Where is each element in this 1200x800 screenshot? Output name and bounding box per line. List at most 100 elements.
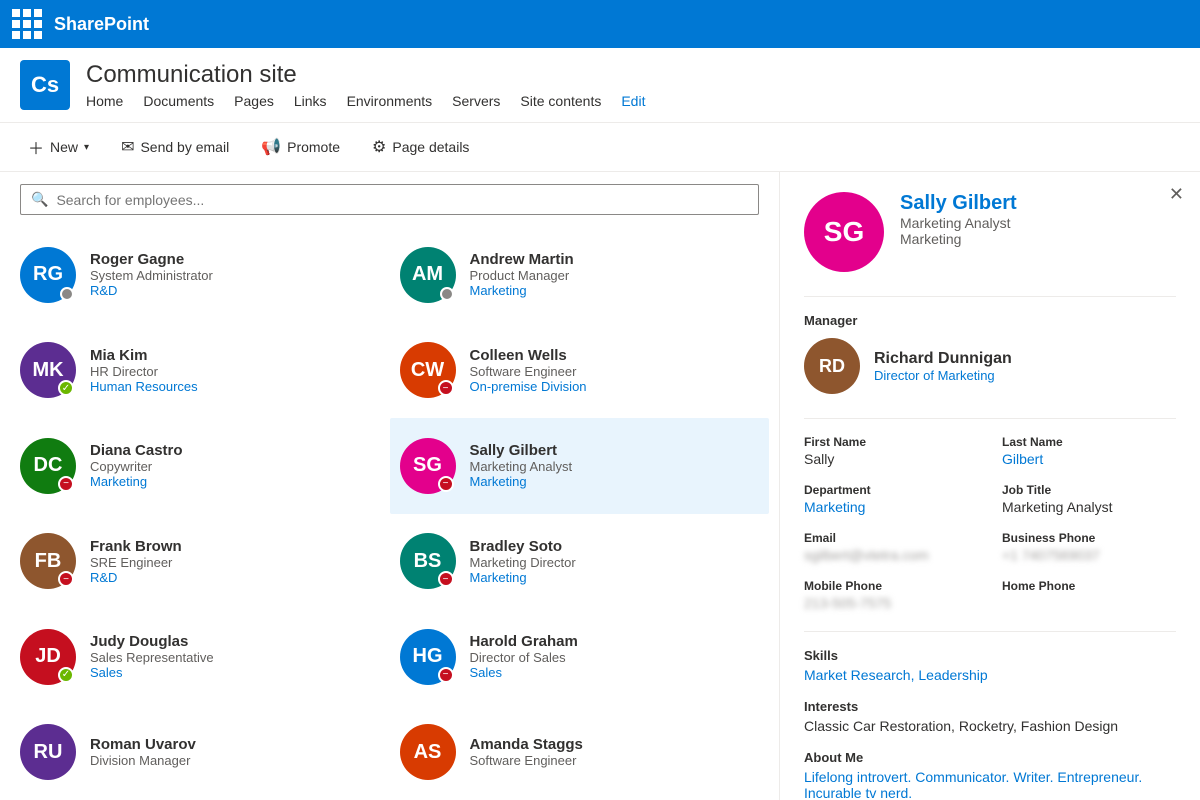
close-button[interactable]: ✕ bbox=[1169, 184, 1184, 205]
status-badge-online: ✓ bbox=[58, 667, 74, 683]
employee-name: Colleen Wells bbox=[470, 347, 587, 364]
employee-card[interactable]: HG − Harold Graham Director of Sales Sal… bbox=[390, 609, 770, 705]
app-launcher-icon[interactable] bbox=[12, 9, 42, 39]
employee-card[interactable]: MK ✓ Mia Kim HR Director Human Resources bbox=[10, 323, 390, 419]
avatar: AS bbox=[400, 724, 456, 780]
employee-info: Colleen Wells Software Engineer On-premi… bbox=[470, 347, 587, 394]
employee-name: Diana Castro bbox=[90, 442, 183, 459]
employee-title: Product Manager bbox=[470, 268, 574, 283]
first-name-value: Sally bbox=[804, 451, 978, 467]
employee-card[interactable]: SG − Sally Gilbert Marketing Analyst Mar… bbox=[390, 418, 770, 514]
job-title-value: Marketing Analyst bbox=[1002, 499, 1176, 515]
employee-name: Frank Brown bbox=[90, 538, 182, 555]
manager-name: Richard Dunnigan bbox=[874, 350, 1012, 368]
search-input[interactable] bbox=[56, 192, 748, 208]
detail-header: SG Sally Gilbert Marketing Analyst Marke… bbox=[804, 192, 1176, 272]
promote-icon: 📢 bbox=[261, 137, 281, 157]
avatar-wrap: DC − bbox=[20, 438, 76, 494]
app-title: SharePoint bbox=[54, 14, 149, 35]
employee-dept: Sales bbox=[90, 665, 214, 680]
employee-dept: Marketing bbox=[470, 283, 574, 298]
employee-card[interactable]: AS Amanda Staggs Software Engineer bbox=[390, 705, 770, 800]
search-input-wrap[interactable]: 🔍 bbox=[20, 184, 759, 215]
home-phone-field: Home Phone bbox=[1002, 579, 1176, 611]
site-logo: Cs bbox=[20, 60, 70, 110]
employee-dept: On-premise Division bbox=[470, 379, 587, 394]
employee-name: Sally Gilbert bbox=[470, 442, 573, 459]
avatar-wrap: HG − bbox=[400, 629, 456, 685]
employee-title: Software Engineer bbox=[470, 753, 583, 768]
interests-section: Interests Classic Car Restoration, Rocke… bbox=[804, 699, 1176, 734]
employee-name: Roman Uvarov bbox=[90, 736, 196, 753]
site-name: Communication site bbox=[86, 61, 645, 89]
employee-name: Judy Douglas bbox=[90, 633, 214, 650]
nav-documents[interactable]: Documents bbox=[143, 93, 214, 109]
employee-title: Marketing Analyst bbox=[470, 459, 573, 474]
search-icon: 🔍 bbox=[31, 191, 48, 208]
employee-title: HR Director bbox=[90, 364, 198, 379]
status-badge-busy: − bbox=[438, 380, 454, 396]
employee-dept: Marketing bbox=[90, 474, 183, 489]
page-details-button[interactable]: ⚙ Page details bbox=[364, 133, 477, 161]
employee-card[interactable]: RG Roger Gagne System Administrator R&D bbox=[10, 227, 390, 323]
employee-name: Roger Gagne bbox=[90, 251, 213, 268]
employee-list-panel: 🔍 RG Roger Gagne System Administrator R&… bbox=[0, 172, 780, 800]
nav-links[interactable]: Links bbox=[294, 93, 327, 109]
employee-dept: Marketing bbox=[470, 570, 576, 585]
detail-name: Sally Gilbert bbox=[900, 192, 1017, 215]
status-badge-busy: − bbox=[438, 667, 454, 683]
skills-value: Market Research, Leadership bbox=[804, 667, 1176, 683]
email-value: sgilbert@vtetra.com bbox=[804, 547, 978, 563]
employee-card[interactable]: DC − Diana Castro Copywriter Marketing bbox=[10, 418, 390, 514]
avatar: RU bbox=[20, 724, 76, 780]
send-by-email-button[interactable]: ✉ Send by email bbox=[113, 133, 237, 161]
manager-card[interactable]: RD Richard Dunnigan Director of Marketin… bbox=[804, 338, 1176, 394]
detail-dept: Marketing bbox=[900, 231, 1017, 247]
new-button[interactable]: ＋ New ▾ bbox=[20, 131, 97, 163]
nav-home[interactable]: Home bbox=[86, 93, 123, 109]
site-nav: Home Documents Pages Links Environments … bbox=[86, 93, 645, 109]
avatar-wrap: RG bbox=[20, 247, 76, 303]
employee-card[interactable]: RU Roman Uvarov Division Manager bbox=[10, 705, 390, 800]
nav-servers[interactable]: Servers bbox=[452, 93, 500, 109]
employee-title: Copywriter bbox=[90, 459, 183, 474]
manager-avatar: RD bbox=[804, 338, 860, 394]
promote-button[interactable]: 📢 Promote bbox=[253, 133, 348, 161]
status-badge-busy: − bbox=[438, 571, 454, 587]
employee-info: Andrew Martin Product Manager Marketing bbox=[470, 251, 574, 298]
employee-title: SRE Engineer bbox=[90, 555, 182, 570]
nav-site-contents[interactable]: Site contents bbox=[520, 93, 601, 109]
plus-icon: ＋ bbox=[28, 135, 44, 159]
status-badge-busy: − bbox=[58, 571, 74, 587]
employee-info: Amanda Staggs Software Engineer bbox=[470, 736, 583, 768]
skills-section: Skills Market Research, Leadership bbox=[804, 648, 1176, 683]
employee-info: Judy Douglas Sales Representative Sales bbox=[90, 633, 214, 680]
status-badge-away bbox=[440, 287, 454, 301]
email-field: Email sgilbert@vtetra.com bbox=[804, 531, 978, 563]
employee-info: Sally Gilbert Marketing Analyst Marketin… bbox=[470, 442, 573, 489]
employee-card[interactable]: AM Andrew Martin Product Manager Marketi… bbox=[390, 227, 770, 323]
avatar-wrap: MK ✓ bbox=[20, 342, 76, 398]
divider-3 bbox=[804, 631, 1176, 632]
top-bar: SharePoint bbox=[0, 0, 1200, 48]
employee-name: Harold Graham bbox=[470, 633, 578, 650]
employee-info: Bradley Soto Marketing Director Marketin… bbox=[470, 538, 576, 585]
employee-card[interactable]: FB − Frank Brown SRE Engineer R&D bbox=[10, 514, 390, 610]
nav-pages[interactable]: Pages bbox=[234, 93, 274, 109]
divider-2 bbox=[804, 418, 1176, 419]
nav-edit[interactable]: Edit bbox=[621, 93, 645, 109]
divider-1 bbox=[804, 296, 1176, 297]
avatar-wrap: AM bbox=[400, 247, 456, 303]
employee-card[interactable]: BS − Bradley Soto Marketing Director Mar… bbox=[390, 514, 770, 610]
employee-card[interactable]: CW − Colleen Wells Software Engineer On-… bbox=[390, 323, 770, 419]
employee-card[interactable]: JD ✓ Judy Douglas Sales Representative S… bbox=[10, 609, 390, 705]
employee-info: Frank Brown SRE Engineer R&D bbox=[90, 538, 182, 585]
mobile-phone-field: Mobile Phone 213-505-7575 bbox=[804, 579, 978, 611]
status-badge-online: ✓ bbox=[58, 380, 74, 396]
employee-name: Amanda Staggs bbox=[470, 736, 583, 753]
about-me-section: About Me Lifelong introvert. Communicato… bbox=[804, 750, 1176, 800]
last-name-value: Gilbert bbox=[1002, 451, 1176, 467]
employee-info: Roman Uvarov Division Manager bbox=[90, 736, 196, 768]
employee-dept: Sales bbox=[470, 665, 578, 680]
nav-environments[interactable]: Environments bbox=[347, 93, 433, 109]
